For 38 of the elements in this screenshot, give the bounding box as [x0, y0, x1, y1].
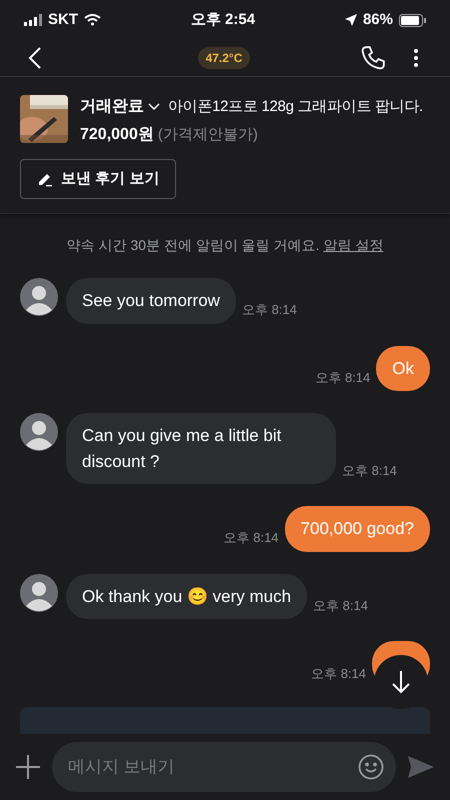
incoming-message: See you tomorrow — [66, 278, 236, 324]
product-title: 아이폰12프로 128g 그래파이트 팝니다. — [168, 96, 423, 117]
battery-icon — [398, 14, 426, 26]
battery-percent: 86% — [362, 10, 393, 30]
outgoing-message: 700,000 good? — [284, 506, 430, 552]
chevron-down-icon — [148, 103, 160, 111]
status-dropdown[interactable]: 거래완료 — [80, 95, 160, 119]
plus-icon[interactable] — [16, 755, 40, 779]
avatar-icon — [20, 574, 58, 612]
down-arrow-icon — [390, 669, 412, 695]
incoming-message: Can you give me a little bit discount ? — [66, 413, 336, 484]
product-price: 720,000원 — [80, 125, 154, 145]
signal-icon — [24, 14, 42, 26]
pencil-icon — [37, 171, 53, 187]
message-time: 오후 8:14 — [311, 664, 366, 682]
message-time: 오후 8:14 — [313, 596, 368, 614]
incoming-message: Ok thank you 😊 very much — [66, 574, 308, 619]
message-input[interactable]: 메시지 보내기 — [52, 742, 396, 792]
carrier-label: SKT — [48, 10, 78, 30]
clock-time: 오후 2:54 — [190, 10, 256, 30]
wifi-icon — [84, 14, 101, 26]
alarm-settings-link[interactable]: 알림 설정 — [323, 237, 384, 253]
price-note: (가격제안불가) — [158, 124, 258, 145]
back-icon — [28, 46, 42, 70]
message-time: 오후 8:14 — [315, 368, 370, 386]
avatar-icon — [20, 413, 58, 451]
message-time: 오후 8:14 — [242, 301, 297, 319]
location-arrow-icon — [344, 14, 357, 26]
avatar-icon — [20, 278, 58, 316]
message-time: 오후 8:14 — [342, 462, 397, 480]
message-time: 오후 8:14 — [224, 529, 279, 547]
phone-icon[interactable] — [360, 45, 386, 71]
emoji-icon[interactable] — [358, 754, 384, 780]
more-icon[interactable] — [414, 49, 418, 67]
temperature-badge: 47.2°C — [198, 47, 250, 69]
outgoing-message: Ok — [376, 346, 430, 391]
sent-review-button[interactable]: 보낸 후기 보기 — [20, 159, 176, 199]
alarm-notice: 약속 시간 30분 전에 알림이 울릴 거예요. 알림 설정 — [66, 236, 384, 255]
